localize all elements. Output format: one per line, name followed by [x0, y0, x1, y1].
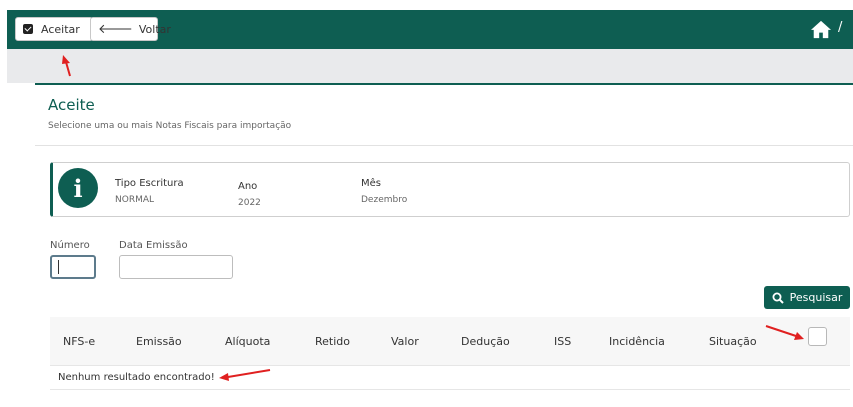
col-retido[interactable]: Retido: [315, 335, 350, 348]
table-bottom-divider: [50, 389, 850, 390]
ano-label: Ano: [238, 181, 258, 192]
col-valor[interactable]: Valor: [391, 335, 419, 348]
top-toolbar: Aceitar 🡐 Voltar /: [7, 10, 853, 49]
arrow-left-icon: 🡐: [98, 21, 133, 37]
info-icon: i: [58, 168, 98, 208]
col-iss[interactable]: ISS: [554, 335, 571, 348]
select-all-checkbox[interactable]: [808, 327, 827, 346]
col-deducao[interactable]: Dedução: [461, 335, 510, 348]
tipo-escritura-value: NORMAL: [115, 195, 155, 205]
pesquisar-button[interactable]: Pesquisar: [764, 286, 850, 309]
tipo-escritura-label: Tipo Escritura: [115, 178, 184, 189]
breadcrumb-separator: /: [838, 20, 843, 35]
data-emissao-label: Data Emissão: [119, 240, 188, 251]
home-icon[interactable]: [810, 19, 832, 39]
col-emissao[interactable]: Emissão: [136, 335, 182, 348]
data-emissao-input[interactable]: [119, 255, 233, 279]
ano-value: 2022: [238, 198, 261, 208]
aceitar-button[interactable]: Aceitar: [15, 17, 93, 41]
aceitar-label: Aceitar: [41, 22, 80, 36]
info-panel: [50, 162, 850, 217]
col-nfse[interactable]: NFS-e: [63, 335, 95, 348]
mes-label: Mês: [361, 178, 381, 189]
col-situacao[interactable]: Situação: [709, 335, 757, 348]
voltar-label: Voltar: [138, 22, 171, 36]
search-icon: [772, 292, 784, 304]
check-square-icon: [23, 24, 33, 34]
page-title: Aceite: [48, 96, 95, 114]
numero-input[interactable]: [50, 255, 96, 279]
table-header-divider: [50, 365, 850, 366]
empty-result-message: Nenhum resultado encontrado!: [58, 372, 215, 383]
col-aliquota[interactable]: Alíquota: [225, 335, 270, 348]
text-caret: [58, 260, 59, 274]
mes-value: Dezembro: [361, 195, 408, 205]
voltar-button[interactable]: 🡐 Voltar: [90, 17, 171, 41]
numero-label: Número: [50, 240, 90, 251]
pesquisar-label: Pesquisar: [789, 291, 843, 304]
header-divider: [35, 145, 853, 146]
page-subtitle: Selecione uma ou mais Notas Fiscais para…: [48, 121, 292, 131]
page-header-band: [7, 49, 853, 83]
col-incidencia[interactable]: Incidência: [609, 335, 665, 348]
